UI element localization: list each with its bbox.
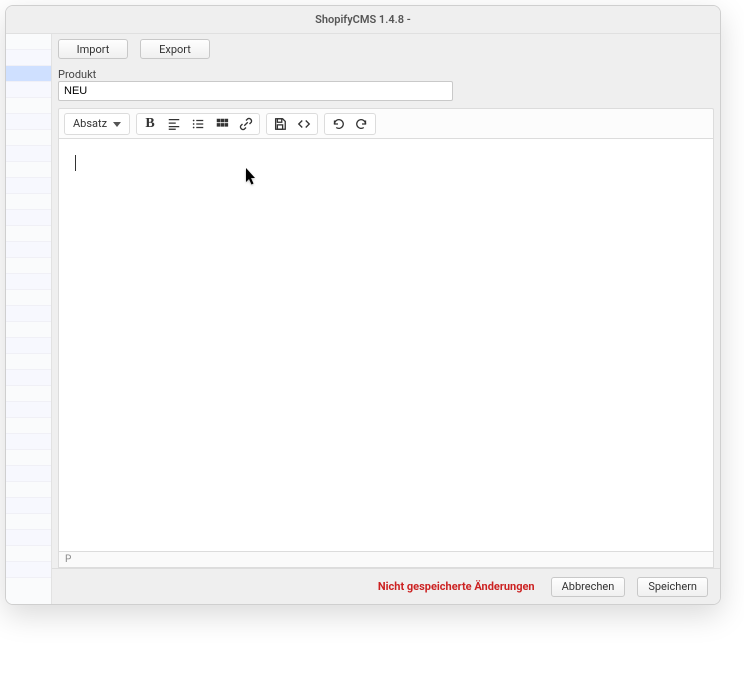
redo-icon	[355, 117, 369, 131]
chevron-down-icon	[113, 117, 121, 130]
list-item[interactable]	[6, 242, 51, 258]
export-button[interactable]: Export	[140, 39, 210, 59]
list-item[interactable]	[6, 354, 51, 370]
list-item[interactable]	[6, 370, 51, 386]
unsaved-changes-label: Nicht gespeicherte Änderungen	[378, 580, 535, 593]
list-item[interactable]	[6, 194, 51, 210]
list-item[interactable]	[6, 50, 51, 66]
product-label: Produkt	[52, 64, 720, 81]
toolbar-group-inline: B	[136, 113, 260, 135]
list-item[interactable]	[6, 306, 51, 322]
list-item[interactable]	[6, 178, 51, 194]
list-item[interactable]	[6, 322, 51, 338]
bold-button[interactable]: B	[139, 114, 161, 134]
list-item[interactable]	[6, 210, 51, 226]
code-icon	[297, 117, 311, 131]
list-item[interactable]	[6, 274, 51, 290]
table-button[interactable]	[211, 114, 233, 134]
undo-icon	[331, 117, 345, 131]
list-item[interactable]	[6, 386, 51, 402]
toolbar-group-file	[266, 113, 318, 135]
editor-status-bar: P	[58, 552, 714, 568]
list-item[interactable]	[6, 290, 51, 306]
redo-button[interactable]	[351, 114, 373, 134]
list-item[interactable]	[6, 498, 51, 514]
footer-bar: Nicht gespeicherte Änderungen Abbrechen …	[52, 568, 720, 604]
list-item[interactable]	[6, 434, 51, 450]
list-item[interactable]	[6, 226, 51, 242]
link-button[interactable]	[235, 114, 257, 134]
list-item[interactable]	[6, 466, 51, 482]
save-button[interactable]: Speichern	[637, 577, 708, 597]
format-select-label: Absatz	[73, 117, 107, 130]
list-item[interactable]	[6, 98, 51, 114]
list-item[interactable]	[6, 114, 51, 130]
list-button[interactable]	[187, 114, 209, 134]
editor-path: P	[65, 554, 71, 565]
top-toolbar: Import Export	[52, 34, 720, 64]
sidebar	[6, 34, 52, 604]
list-item-selected[interactable]	[6, 66, 51, 82]
cancel-button[interactable]: Abbrechen	[551, 577, 626, 597]
list-item[interactable]	[6, 402, 51, 418]
list-item[interactable]	[6, 338, 51, 354]
editor-toolbar: Absatz B	[58, 108, 714, 138]
import-button[interactable]: Import	[58, 39, 128, 59]
list-item[interactable]	[6, 418, 51, 434]
save-icon	[273, 117, 287, 131]
list-item[interactable]	[6, 546, 51, 562]
list-item[interactable]	[6, 482, 51, 498]
align-icon	[167, 117, 181, 131]
link-icon	[239, 117, 253, 131]
list-item[interactable]	[6, 130, 51, 146]
grid-icon	[215, 117, 229, 131]
list-icon	[191, 117, 205, 131]
titlebar: ShopifyCMS 1.4.8 -	[6, 6, 720, 34]
app-window: ShopifyCMS 1.4.8 -	[5, 5, 721, 605]
list-item[interactable]	[6, 146, 51, 162]
list-item[interactable]	[6, 162, 51, 178]
source-code-button[interactable]	[293, 114, 315, 134]
list-item[interactable]	[6, 562, 51, 578]
main-panel: Import Export Produkt Absatz	[52, 34, 720, 604]
list-item[interactable]	[6, 34, 51, 50]
product-name-input[interactable]	[58, 81, 453, 101]
rich-text-editor: Absatz B	[58, 108, 714, 568]
sidebar-list[interactable]	[6, 34, 51, 604]
editor-textarea[interactable]	[58, 138, 714, 552]
list-item[interactable]	[6, 530, 51, 546]
save-editor-button[interactable]	[269, 114, 291, 134]
window-title: ShopifyCMS 1.4.8 -	[315, 13, 411, 26]
toolbar-group-history	[324, 113, 376, 135]
align-button[interactable]	[163, 114, 185, 134]
text-cursor	[75, 155, 76, 171]
undo-button[interactable]	[327, 114, 349, 134]
bold-icon: B	[145, 116, 154, 132]
list-item[interactable]	[6, 514, 51, 530]
list-item[interactable]	[6, 450, 51, 466]
format-select[interactable]: Absatz	[64, 113, 130, 135]
list-item[interactable]	[6, 82, 51, 98]
list-item[interactable]	[6, 258, 51, 274]
